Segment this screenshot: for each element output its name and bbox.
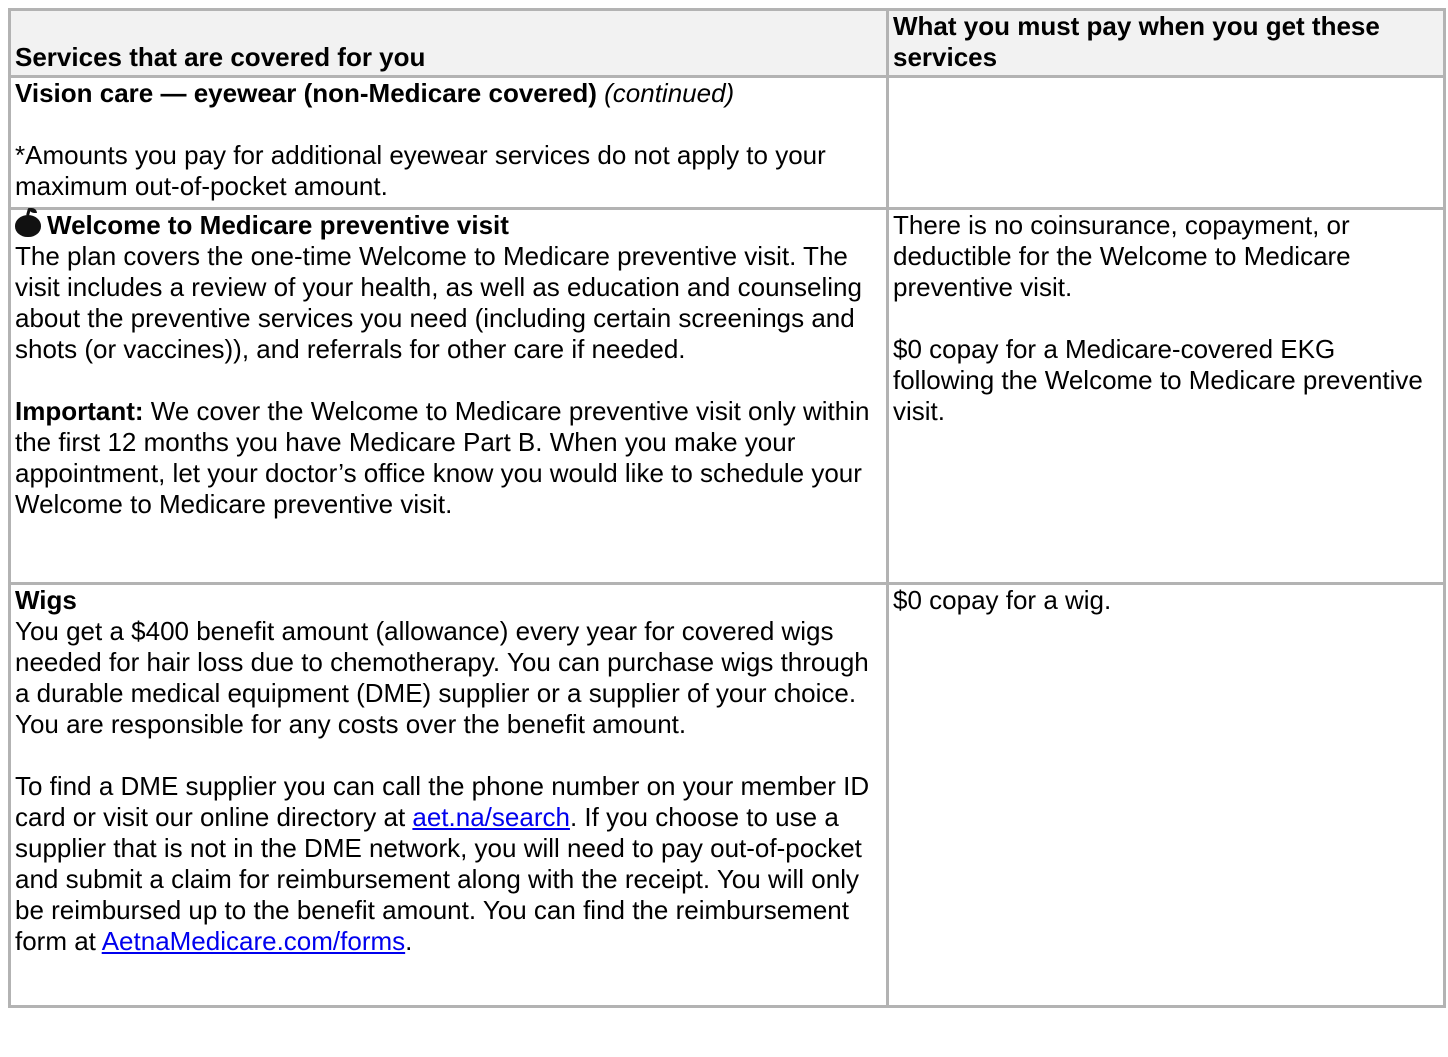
benefits-page: { "header": { "col1": "Services that are… [0,0,1448,1057]
table-row-wigs: Wigs You get a $400 benefit amount (allo… [8,582,1446,1008]
cost-text: There is no coinsurance, copayment, or d… [893,210,1351,302]
cost-cell: $0 copay for a wig. [886,582,1446,1008]
directory-link[interactable]: aet.na/search [412,802,570,832]
header-cost: What you must pay when you get these ser… [886,8,1446,78]
header-services: Services that are covered for you [8,8,889,78]
important-text: We cover the Welcome to Medicare prevent… [15,396,870,519]
services-cell: Wigs You get a $400 benefit amount (allo… [8,582,889,1008]
cost-text: $0 copay for a Medicare-covered EKG foll… [893,334,1423,426]
table-header-row: Services that are covered for you What y… [8,8,1446,78]
cost-cell [886,75,1446,210]
services-cell: Vision care — eyewear (non-Medicare cove… [8,75,889,210]
note-text: . [405,926,413,956]
apple-icon [15,207,41,237]
service-description: You get a $400 benefit amount (allowance… [15,616,869,739]
important-note: Important: We cover the Welcome to Medic… [15,396,882,520]
forms-link[interactable]: AetnaMedicare.com/forms [102,926,405,956]
service-title: Wigs [15,585,77,615]
service-title: Vision care — eyewear (non-Medicare cove… [15,78,597,108]
continued-label: (continued) [604,78,735,108]
service-note: *Amounts you pay for additional eyewear … [15,140,826,201]
services-cell: Welcome to Medicare preventive visit The… [8,207,889,585]
benefits-table: Services that are covered for you What y… [8,8,1446,1008]
service-description: The plan covers the one-time Welcome to … [15,241,862,364]
important-label: Important: [15,396,144,426]
table-row-vision-eyewear: Vision care — eyewear (non-Medicare cove… [8,75,1446,210]
cost-cell: There is no coinsurance, copayment, or d… [886,207,1446,585]
service-title: Welcome to Medicare preventive visit [47,210,509,240]
table-row-welcome-visit: Welcome to Medicare preventive visit The… [8,207,1446,585]
service-note: To find a DME supplier you can call the … [15,771,882,957]
cost-text: $0 copay for a wig. [893,585,1112,615]
